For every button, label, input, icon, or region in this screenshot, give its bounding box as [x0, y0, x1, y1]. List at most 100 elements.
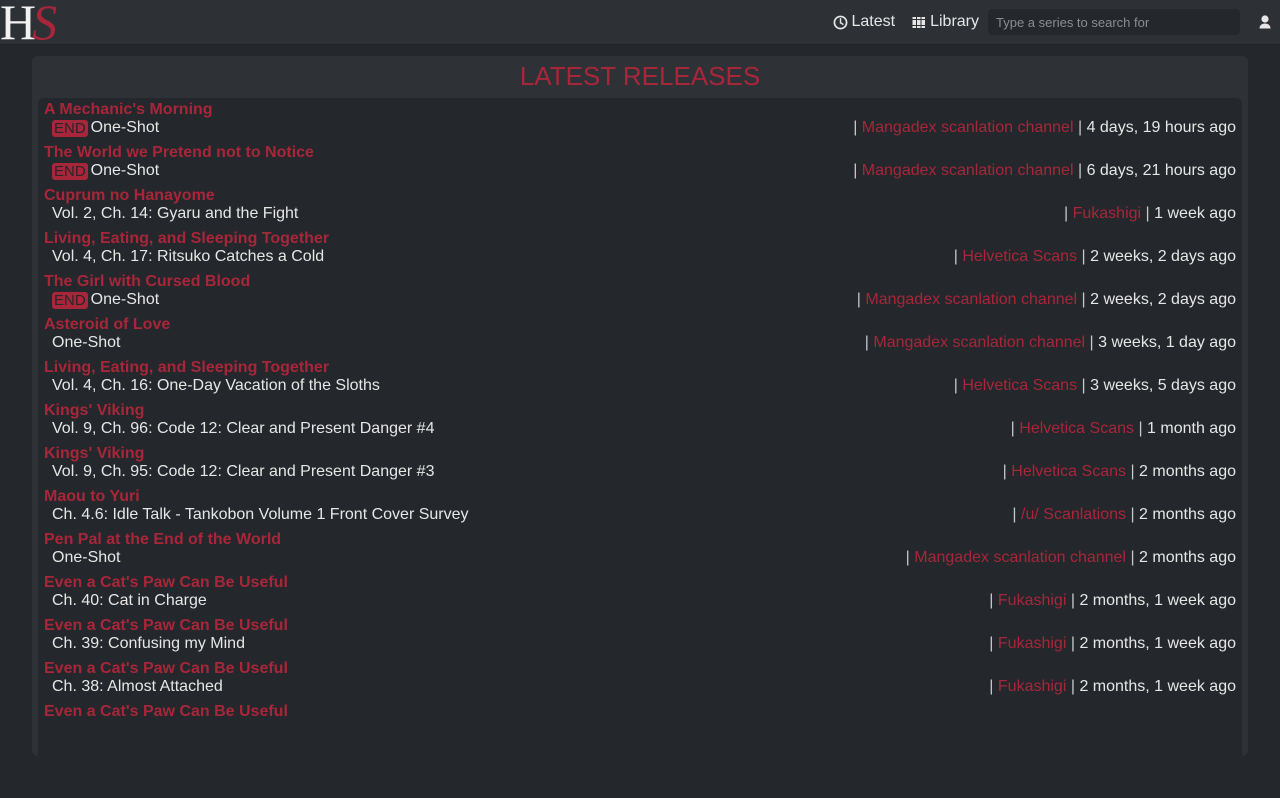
chapter-info[interactable]: END One-Shot [52, 119, 159, 137]
chapter-info[interactable]: Ch. 38: Almost Attached [52, 678, 223, 696]
release-meta: | Mangadex scanlation channel | 2 weeks,… [857, 291, 1236, 309]
nav-latest-link[interactable]: Latest [833, 13, 896, 31]
separator: | [1082, 291, 1086, 308]
series-title-link[interactable]: Even a Cat's Paw Can Be Useful [44, 660, 288, 678]
chapter-title: Vol. 9, Ch. 95: Code 12: Clear and Prese… [52, 463, 434, 481]
separator: | [1071, 592, 1075, 609]
release-row: Even a Cat's Paw Can Be Useful Ch. 40: C… [38, 571, 1242, 614]
chapter-title: One-Shot [52, 549, 120, 567]
chapter-title: Vol. 2, Ch. 14: Gyaru and the Fight [52, 205, 298, 223]
scanlation-group-link[interactable]: Mangadex scanlation channel [873, 334, 1085, 351]
release-time: 1 month ago [1147, 420, 1236, 437]
chapter-title: Vol. 4, Ch. 17: Ritsuko Catches a Cold [52, 248, 324, 266]
scanlation-group-link[interactable]: Mangadex scanlation channel [914, 549, 1126, 566]
nav-library-link[interactable]: Library [912, 13, 979, 31]
release-meta: | Fukashigi | 2 months, 1 week ago [989, 635, 1236, 653]
release-time: 2 months, 1 week ago [1079, 635, 1236, 652]
separator: | [1064, 205, 1068, 222]
separator: | [1012, 506, 1016, 523]
release-time: 2 months ago [1139, 506, 1236, 523]
series-title-link[interactable]: Living, Eating, and Sleeping Together [44, 230, 329, 248]
series-title-link[interactable]: Kings' Viking [44, 445, 144, 463]
release-time: 2 months, 1 week ago [1079, 592, 1236, 609]
chapter-info[interactable]: Ch. 39: Confusing my Mind [52, 635, 245, 653]
release-meta: | Helvetica Scans | 2 weeks, 2 days ago [954, 248, 1236, 266]
separator: | [906, 549, 910, 566]
series-title-link[interactable]: Pen Pal at the End of the World [44, 531, 281, 549]
release-meta: | Fukashigi | 2 months, 1 week ago [989, 678, 1236, 696]
chapter-title: Ch. 40: Cat in Charge [52, 592, 207, 610]
release-time: 2 months ago [1139, 549, 1236, 566]
chapter-info[interactable]: END One-Shot [52, 291, 159, 309]
release-time: 2 weeks, 2 days ago [1090, 291, 1236, 308]
release-row: Living, Eating, and Sleeping Together Vo… [38, 356, 1242, 399]
scanlation-group-link[interactable]: Mangadex scanlation channel [865, 291, 1077, 308]
series-title-link[interactable]: Even a Cat's Paw Can Be Useful [44, 703, 288, 721]
scanlation-group-link[interactable]: Helvetica Scans [1011, 463, 1126, 480]
chapter-info[interactable]: Ch. 4.6: Idle Talk - Tankobon Volume 1 F… [52, 506, 469, 524]
series-search-input[interactable] [988, 9, 1240, 35]
series-title-link[interactable]: Even a Cat's Paw Can Be Useful [44, 574, 288, 592]
series-title-link[interactable]: The Girl with Cursed Blood [44, 273, 250, 291]
chapter-info[interactable]: Vol. 4, Ch. 17: Ritsuko Catches a Cold [52, 248, 324, 266]
chapter-info[interactable]: Vol. 2, Ch. 14: Gyaru and the Fight [52, 205, 298, 223]
chapter-info[interactable]: Vol. 4, Ch. 16: One-Day Vacation of the … [52, 377, 380, 395]
series-title-link[interactable]: Cuprum no Hanayome [44, 187, 215, 205]
nav-latest-label: Latest [852, 13, 896, 31]
user-menu-button[interactable] [1250, 15, 1280, 29]
chapter-info[interactable]: Vol. 9, Ch. 95: Code 12: Clear and Prese… [52, 463, 434, 481]
chapter-info[interactable]: One-Shot [52, 549, 120, 567]
chapter-info[interactable]: Vol. 9, Ch. 96: Code 12: Clear and Prese… [52, 420, 434, 438]
scanlation-group-link[interactable]: Fukashigi [998, 678, 1066, 695]
release-time: 3 weeks, 5 days ago [1090, 377, 1236, 394]
separator: | [1138, 420, 1142, 437]
separator: | [1082, 377, 1086, 394]
series-title-link[interactable]: Living, Eating, and Sleeping Together [44, 359, 329, 377]
scanlation-group-link[interactable]: Fukashigi [998, 592, 1066, 609]
release-row: Kings' Viking Vol. 9, Ch. 96: Code 12: C… [38, 399, 1242, 442]
chapter-info[interactable]: Ch. 40: Cat in Charge [52, 592, 207, 610]
series-title-link[interactable]: Maou to Yuri [44, 488, 140, 506]
end-badge: END [52, 163, 88, 180]
scanlation-group-link[interactable]: /u/ Scanlations [1021, 506, 1126, 523]
scanlation-group-link[interactable]: Helvetica Scans [962, 248, 1077, 265]
series-title-link[interactable]: A Mechanic's Morning [44, 101, 213, 119]
release-time: 6 days, 21 hours ago [1087, 162, 1236, 179]
release-meta: | Helvetica Scans | 3 weeks, 5 days ago [954, 377, 1236, 395]
separator: | [1082, 248, 1086, 265]
release-list: A Mechanic's Morning END One-Shot | Mang… [38, 98, 1242, 798]
release-row: The World we Pretend not to Notice END O… [38, 141, 1242, 184]
separator: | [1071, 678, 1075, 695]
end-badge: END [52, 120, 88, 137]
chapter-title: Ch. 38: Almost Attached [52, 678, 223, 696]
series-title-link[interactable]: Even a Cat's Paw Can Be Useful [44, 617, 288, 635]
series-title-link[interactable]: The World we Pretend not to Notice [44, 144, 314, 162]
end-badge: END [52, 292, 88, 309]
scanlation-group-link[interactable]: Mangadex scanlation channel [862, 162, 1074, 179]
site-logo[interactable]: H S [0, 0, 57, 44]
chapter-title: One-Shot [91, 162, 159, 180]
series-title-link[interactable]: Kings' Viking [44, 402, 144, 420]
separator: | [1003, 463, 1007, 480]
chapter-info[interactable]: One-Shot [52, 334, 120, 352]
chapter-info[interactable]: END One-Shot [52, 162, 159, 180]
separator: | [1071, 635, 1075, 652]
scanlation-group-link[interactable]: Helvetica Scans [1019, 420, 1134, 437]
scanlation-group-link[interactable]: Fukashigi [998, 635, 1066, 652]
release-meta: | Helvetica Scans | 2 months ago [1003, 463, 1236, 481]
release-time: 2 months, 1 week ago [1079, 678, 1236, 695]
separator: | [853, 162, 857, 179]
release-time: 2 weeks, 2 days ago [1090, 248, 1236, 265]
chapter-title: Vol. 9, Ch. 96: Code 12: Clear and Prese… [52, 420, 434, 438]
scanlation-group-link[interactable]: Fukashigi [1073, 205, 1141, 222]
chapter-title: One-Shot [52, 334, 120, 352]
nav-library-label: Library [930, 13, 979, 31]
release-meta: | Helvetica Scans | 1 month ago [1011, 420, 1236, 438]
chapter-title: Ch. 4.6: Idle Talk - Tankobon Volume 1 F… [52, 506, 469, 524]
release-time: 1 week ago [1154, 205, 1236, 222]
release-row: Even a Cat's Paw Can Be Useful [38, 700, 1242, 743]
series-title-link[interactable]: Asteroid of Love [44, 316, 170, 334]
scanlation-group-link[interactable]: Mangadex scanlation channel [862, 119, 1074, 136]
separator: | [1130, 463, 1134, 480]
scanlation-group-link[interactable]: Helvetica Scans [962, 377, 1077, 394]
